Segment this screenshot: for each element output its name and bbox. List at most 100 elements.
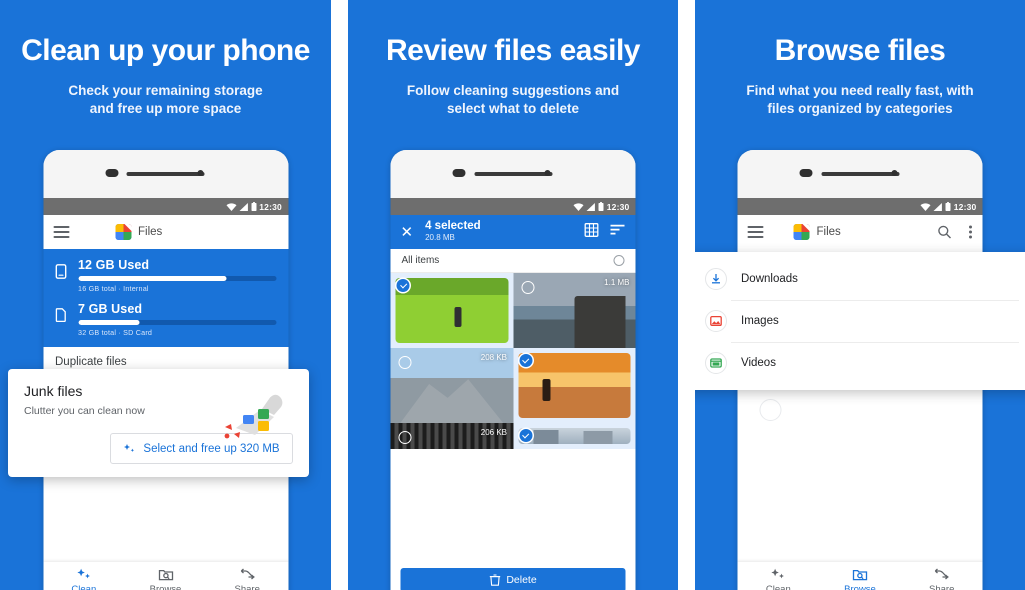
sdcard-icon [55,302,69,327]
categories-card: Downloads Images Videos [695,252,1025,390]
bottom-nav-clean: Clean Browse Share [43,562,288,590]
signal-icon [933,202,943,211]
selection-summary: 4 selected 20.8 MB [425,220,572,244]
sort-icon[interactable] [610,223,626,241]
panel-clean-subtitle: Check your remaining storage and free up… [0,82,331,119]
status-bar: 12:30 [390,198,636,215]
nav-label-clean: Clean [765,583,791,590]
selected-size: 20.8 MB [425,233,455,243]
category-label-videos: Videos [741,357,776,369]
junk-files-card: Junk files Clutter you can clean now Sel… [8,369,309,477]
battery-icon [598,202,604,211]
checked-icon[interactable] [519,354,532,367]
storage-row-sdcard[interactable]: 7 GB Used 32 GB total · SD Card [55,302,276,337]
search-icon[interactable] [938,225,952,239]
nav-item-browse[interactable]: Browse [125,568,207,590]
wifi-icon [573,202,584,211]
speaker-grille-icon [474,172,552,176]
panel-clean: Clean up your phone Check your remaining… [0,0,331,590]
video-icon [705,352,727,374]
storage-bar-sdcard [78,320,276,325]
storage-label-internal: 12 GB Used [78,258,150,272]
phone-bezel [43,150,288,198]
folder-search-icon [125,568,207,582]
phone-bezel [390,150,636,198]
share-arrows-icon [901,568,983,582]
status-bar: 12:30 [737,198,983,215]
front-camera-icon [544,170,551,176]
unchecked-circle-icon[interactable] [521,281,534,294]
grid-cell-sunset-photo[interactable] [513,348,636,423]
category-row-downloads[interactable]: Downloads [695,258,1025,300]
speaker-grille-icon [821,172,899,176]
battery-icon [251,202,257,211]
file-size-label: 1.1 MB [604,278,630,287]
category-row-images[interactable]: Images [695,300,1025,342]
screenshot-stage: Clean up your phone Check your remaining… [0,0,1025,590]
phone-mockup-review: 12:30 ✕ 4 selected 20.8 MB All items 1.1… [390,150,636,590]
phone-bezel [737,150,983,198]
category-row-videos[interactable]: Videos [695,342,1025,384]
nav-item-clean[interactable]: Clean [43,568,125,590]
battery-icon [945,202,951,211]
delete-label: Delete [506,574,537,586]
category-label-images: Images [741,315,779,327]
grid-cell-dark-photo[interactable]: 206 KB [390,423,513,449]
grid-cell-mountain-photo[interactable]: 208 KB [390,348,513,423]
front-camera-icon [891,170,898,176]
category-label-downloads: Downloads [741,273,798,285]
storage-bar-internal [78,276,276,281]
grid-view-icon[interactable] [584,222,599,242]
wifi-icon [226,202,237,211]
field-photo [395,278,508,343]
panel-browse: Browse files Find what you need really f… [695,0,1025,590]
checked-icon[interactable] [519,429,532,442]
app-bar: Files [43,215,288,249]
all-items-label: All items [401,255,440,266]
checked-icon[interactable] [396,279,410,292]
earpiece-sensor-icon [105,169,118,177]
signal-icon [239,202,248,211]
files-logo-icon [793,224,810,240]
nav-item-browse[interactable]: Browse [819,568,901,590]
app-bar: Files [737,215,983,249]
grid-cell-cliff-photo[interactable]: 1.1 MB [513,273,636,348]
storage-row-internal[interactable]: 12 GB Used 16 GB total · Internal [55,258,276,293]
menu-icon[interactable] [53,223,69,240]
subtitle-line-1: Follow cleaning suggestions and [406,82,620,98]
app-title: Files [816,226,841,238]
nav-item-share[interactable]: Share [901,568,983,590]
delete-bar: Delete [390,562,636,590]
unchecked-circle-icon[interactable] [398,431,412,444]
nav-label-share: Share [929,583,955,590]
subtitle-line-2: and free up more space [89,101,242,117]
subtitle-line-1: Check your remaining storage [68,82,263,98]
menu-icon[interactable] [747,223,764,240]
unchecked-circle-icon[interactable] [398,356,412,369]
unchecked-circle-icon[interactable] [613,255,625,266]
sparkle-icon [738,568,820,582]
earpiece-sensor-icon [452,169,466,177]
nav-item-share[interactable]: Share [206,568,288,590]
panel-browse-subtitle: Find what you need really fast, with fil… [695,82,1025,119]
close-icon[interactable]: ✕ [401,225,414,240]
storage-card: 12 GB Used 16 GB total · Internal 7 GB U… [43,249,288,347]
share-arrows-icon [206,568,288,582]
delete-button[interactable]: Delete [400,568,626,590]
grid-cell-city-photo[interactable] [513,423,636,449]
categories-placeholder-row [738,389,983,423]
city-photo [518,428,631,444]
panel-gap-2 [678,0,695,590]
placeholder-circle-icon [759,399,782,421]
grid-cell-field-photo[interactable] [390,273,513,348]
all-items-row[interactable]: All items [390,249,636,273]
app-brand: Files [115,224,162,240]
more-vert-icon[interactable] [969,225,973,239]
speaker-grille-icon [126,172,205,176]
panel-review-title: Review files easily [386,34,641,67]
status-bar-time: 12:30 [259,201,282,212]
file-size-label: 208 KB [480,353,507,362]
phone-screen-review: ✕ 4 selected 20.8 MB All items 1.1 MB 20… [390,215,636,590]
nav-item-clean[interactable]: Clean [738,568,820,590]
panel-clean-title: Clean up your phone [21,34,310,67]
